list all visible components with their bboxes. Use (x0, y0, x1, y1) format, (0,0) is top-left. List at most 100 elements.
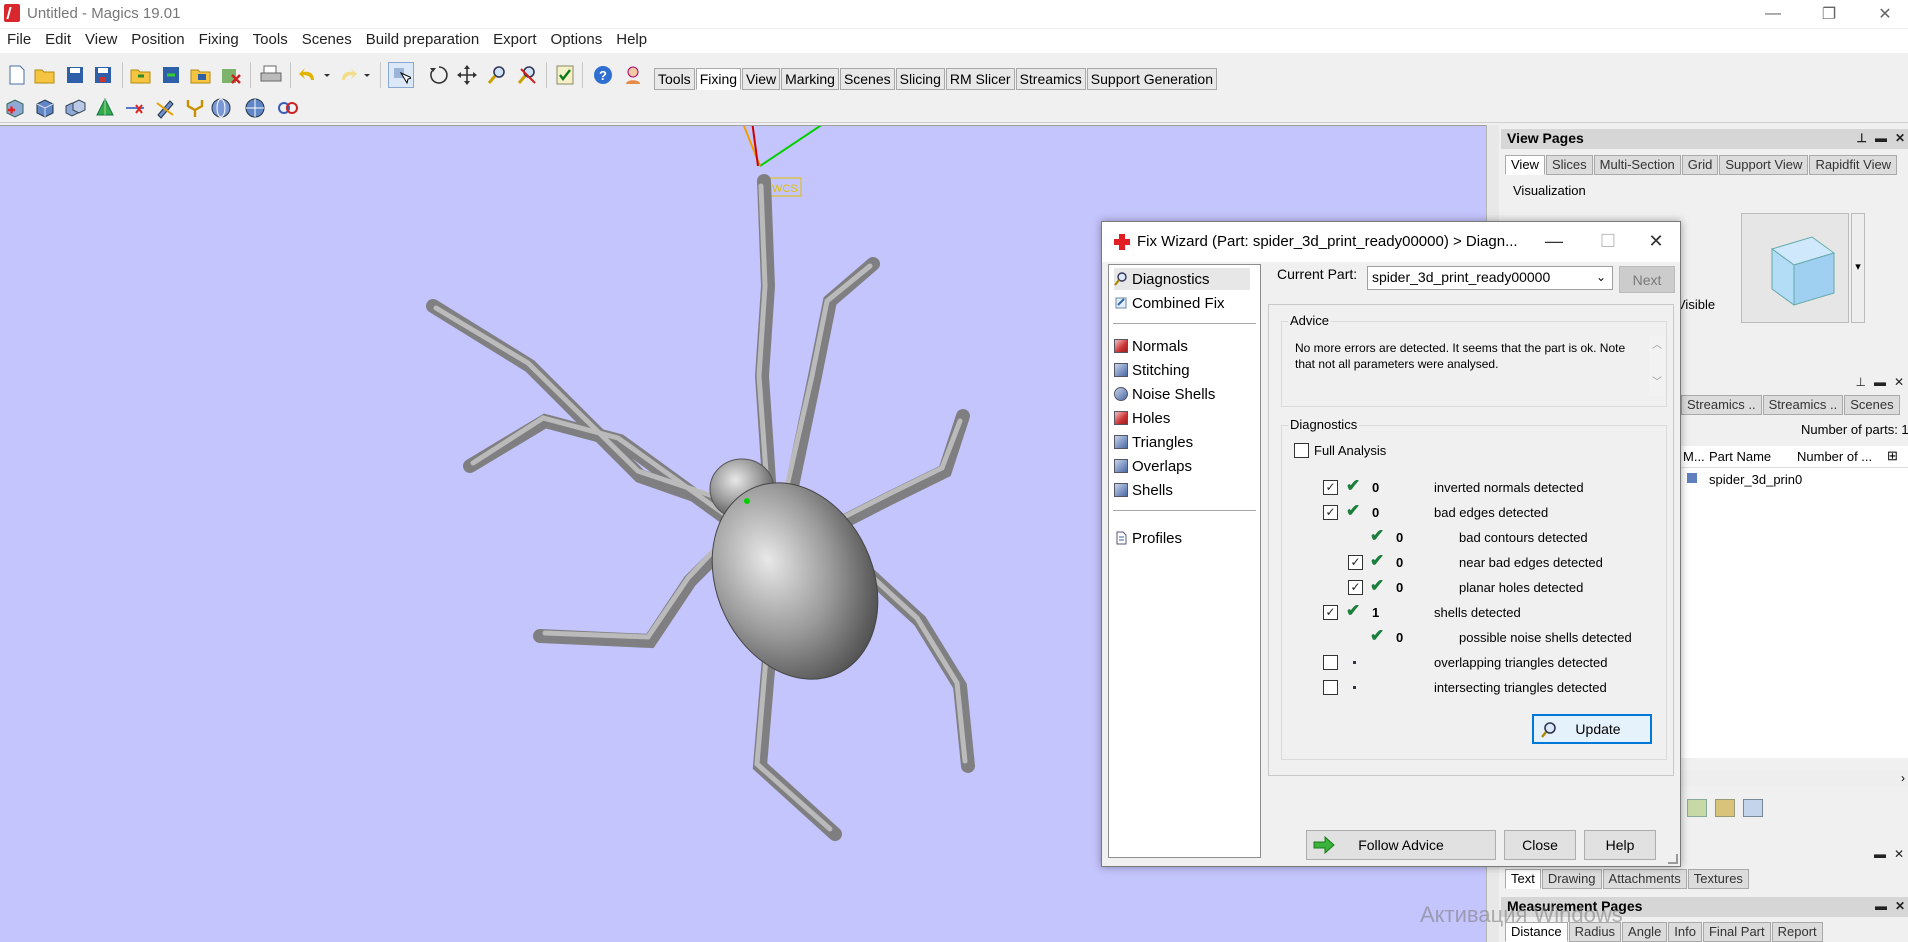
link-parts-icon[interactable] (276, 97, 298, 119)
close-dialog-button[interactable]: Close (1504, 830, 1576, 860)
box-part-icon[interactable] (34, 97, 56, 119)
column-number-of[interactable]: Number of ... (1797, 449, 1872, 464)
part-action-icon[interactable] (1687, 799, 1707, 817)
advice-scrollbar[interactable]: ︿ ﹀ (1649, 336, 1665, 396)
toolbar-tab-tools[interactable]: Tools (654, 68, 695, 90)
tab-text[interactable]: Text (1505, 869, 1541, 889)
column-part-name[interactable]: Part Name (1709, 449, 1771, 464)
overlapping-triangles-checkbox[interactable] (1323, 655, 1338, 670)
menu-build-preparation[interactable]: Build preparation (359, 29, 486, 53)
tab-drawing[interactable]: Drawing (1541, 869, 1602, 889)
toolbar-tab-rm-slicer[interactable]: RM Slicer (945, 68, 1015, 90)
menu-scenes[interactable]: Scenes (295, 29, 359, 53)
table-row[interactable]: spider_3d_prin 0 (1681, 470, 1908, 490)
pin-icon[interactable]: ⊥ (1855, 375, 1865, 389)
tab-info[interactable]: Info (1668, 922, 1702, 942)
tab-view[interactable]: View (1505, 155, 1545, 175)
menu-options[interactable]: Options (544, 29, 610, 53)
toolbar-tab-streamics[interactable]: Streamics (1015, 68, 1086, 90)
import-part-icon[interactable] (130, 64, 152, 86)
menu-view[interactable]: View (78, 29, 124, 53)
shells-checkbox[interactable]: ✓ (1323, 605, 1338, 620)
close-panel-icon[interactable]: ✕ (1895, 899, 1905, 913)
nav-triangles[interactable]: Triangles (1114, 431, 1250, 453)
nav-profiles[interactable]: Profiles (1114, 527, 1250, 549)
tab-slices[interactable]: Slices (1545, 155, 1593, 175)
intersecting-triangles-checkbox[interactable] (1323, 680, 1338, 695)
close-panel-icon[interactable]: ✕ (1894, 847, 1904, 861)
minimize-panel-icon[interactable]: ▬ (1875, 131, 1887, 145)
toolbar-tab-fixing[interactable]: Fixing (695, 68, 742, 90)
part-action-icon[interactable] (1715, 799, 1735, 817)
nav-combined-fix[interactable]: Combined Fix (1114, 292, 1250, 314)
tab-textures[interactable]: Textures (1687, 869, 1749, 889)
zoom-window-icon[interactable] (516, 64, 538, 86)
pin-icon[interactable]: ⊥ (1856, 131, 1866, 145)
cut-icon[interactable] (124, 97, 146, 119)
parts-scroll-right-icon[interactable]: › (1681, 771, 1908, 787)
new-file-icon[interactable] (6, 64, 28, 86)
help-button[interactable]: Help (1584, 830, 1656, 860)
nav-diagnostics[interactable]: Diagnostics (1114, 268, 1250, 290)
unload-part-icon[interactable] (220, 64, 242, 86)
minimize-button[interactable]: — (1750, 0, 1796, 28)
save-as-icon[interactable] (92, 64, 114, 86)
pyramid-icon[interactable] (94, 97, 116, 119)
close-button[interactable]: ✕ (1862, 0, 1908, 28)
print-icon[interactable] (260, 64, 282, 86)
menu-help[interactable]: Help (609, 29, 654, 53)
save-part-icon[interactable] (160, 64, 182, 86)
follow-advice-button[interactable]: Follow Advice (1306, 830, 1496, 860)
undo-icon[interactable] (298, 64, 332, 86)
globe-icon[interactable] (244, 97, 266, 119)
nav-noise-shells[interactable]: Noise Shells (1114, 383, 1250, 405)
full-analysis-checkbox[interactable] (1294, 443, 1309, 458)
menu-tools[interactable]: Tools (246, 29, 295, 53)
menu-file[interactable]: File (0, 29, 38, 53)
add-part-icon[interactable] (4, 97, 26, 119)
nav-shells[interactable]: Shells (1114, 479, 1250, 501)
fork-icon[interactable] (184, 97, 206, 119)
part-action-icon[interactable] (1743, 799, 1763, 817)
open-folder-icon[interactable] (34, 64, 56, 86)
near-bad-edges-checkbox[interactable]: ✓ (1348, 555, 1363, 570)
nav-stitching[interactable]: Stitching (1114, 359, 1250, 381)
assistant-icon[interactable] (622, 64, 644, 86)
tab-scenes[interactable]: Scenes (1844, 395, 1900, 415)
minimize-panel-icon[interactable]: ▬ (1874, 847, 1886, 861)
tab-streamics-2[interactable]: Streamics .. (1762, 395, 1844, 415)
column-menu-icon[interactable]: ⊞ (1887, 448, 1898, 464)
nav-normals[interactable]: Normals (1114, 335, 1250, 357)
sphere-view-icon[interactable] (210, 97, 232, 119)
menu-position[interactable]: Position (124, 29, 191, 53)
view-cube-dropdown-icon[interactable]: ▾ (1851, 213, 1865, 323)
view-cube-preview[interactable] (1741, 213, 1849, 323)
nav-holes[interactable]: Holes (1114, 407, 1250, 429)
tab-streamics-1[interactable]: Streamics .. (1681, 395, 1762, 415)
nav-overlaps[interactable]: Overlaps (1114, 455, 1250, 477)
minimize-panel-icon[interactable]: ▬ (1875, 899, 1887, 913)
tab-grid[interactable]: Grid (1681, 155, 1719, 175)
planar-holes-checkbox[interactable]: ✓ (1348, 580, 1363, 595)
save-icon[interactable] (64, 64, 86, 86)
resize-grip-icon[interactable] (1668, 854, 1678, 864)
redo-icon[interactable] (338, 64, 372, 86)
rotate-view-icon[interactable] (428, 64, 450, 86)
column-m[interactable]: M... (1683, 449, 1705, 464)
tab-report[interactable]: Report (1771, 922, 1823, 942)
close-panel-icon[interactable]: ✕ (1895, 131, 1905, 145)
toolbar-tab-support-generation[interactable]: Support Generation (1086, 68, 1217, 90)
export-part-icon[interactable] (190, 64, 212, 86)
stacked-parts-icon[interactable] (64, 97, 86, 119)
menu-fixing[interactable]: Fixing (192, 29, 246, 53)
close-panel-icon[interactable]: ✕ (1894, 375, 1904, 389)
menu-edit[interactable]: Edit (38, 29, 78, 53)
help-icon[interactable]: ? (592, 64, 614, 86)
toolbar-tab-scenes[interactable]: Scenes (839, 68, 895, 90)
menu-export[interactable]: Export (486, 29, 543, 53)
current-part-select[interactable]: spider_3d_print_ready00000 ⌄ (1367, 266, 1613, 290)
dialog-minimize-button[interactable]: — (1534, 226, 1574, 256)
dialog-close-button[interactable]: ✕ (1636, 226, 1676, 256)
bad-edges-checkbox[interactable]: ✓ (1323, 505, 1338, 520)
tab-angle[interactable]: Angle (1622, 922, 1668, 942)
